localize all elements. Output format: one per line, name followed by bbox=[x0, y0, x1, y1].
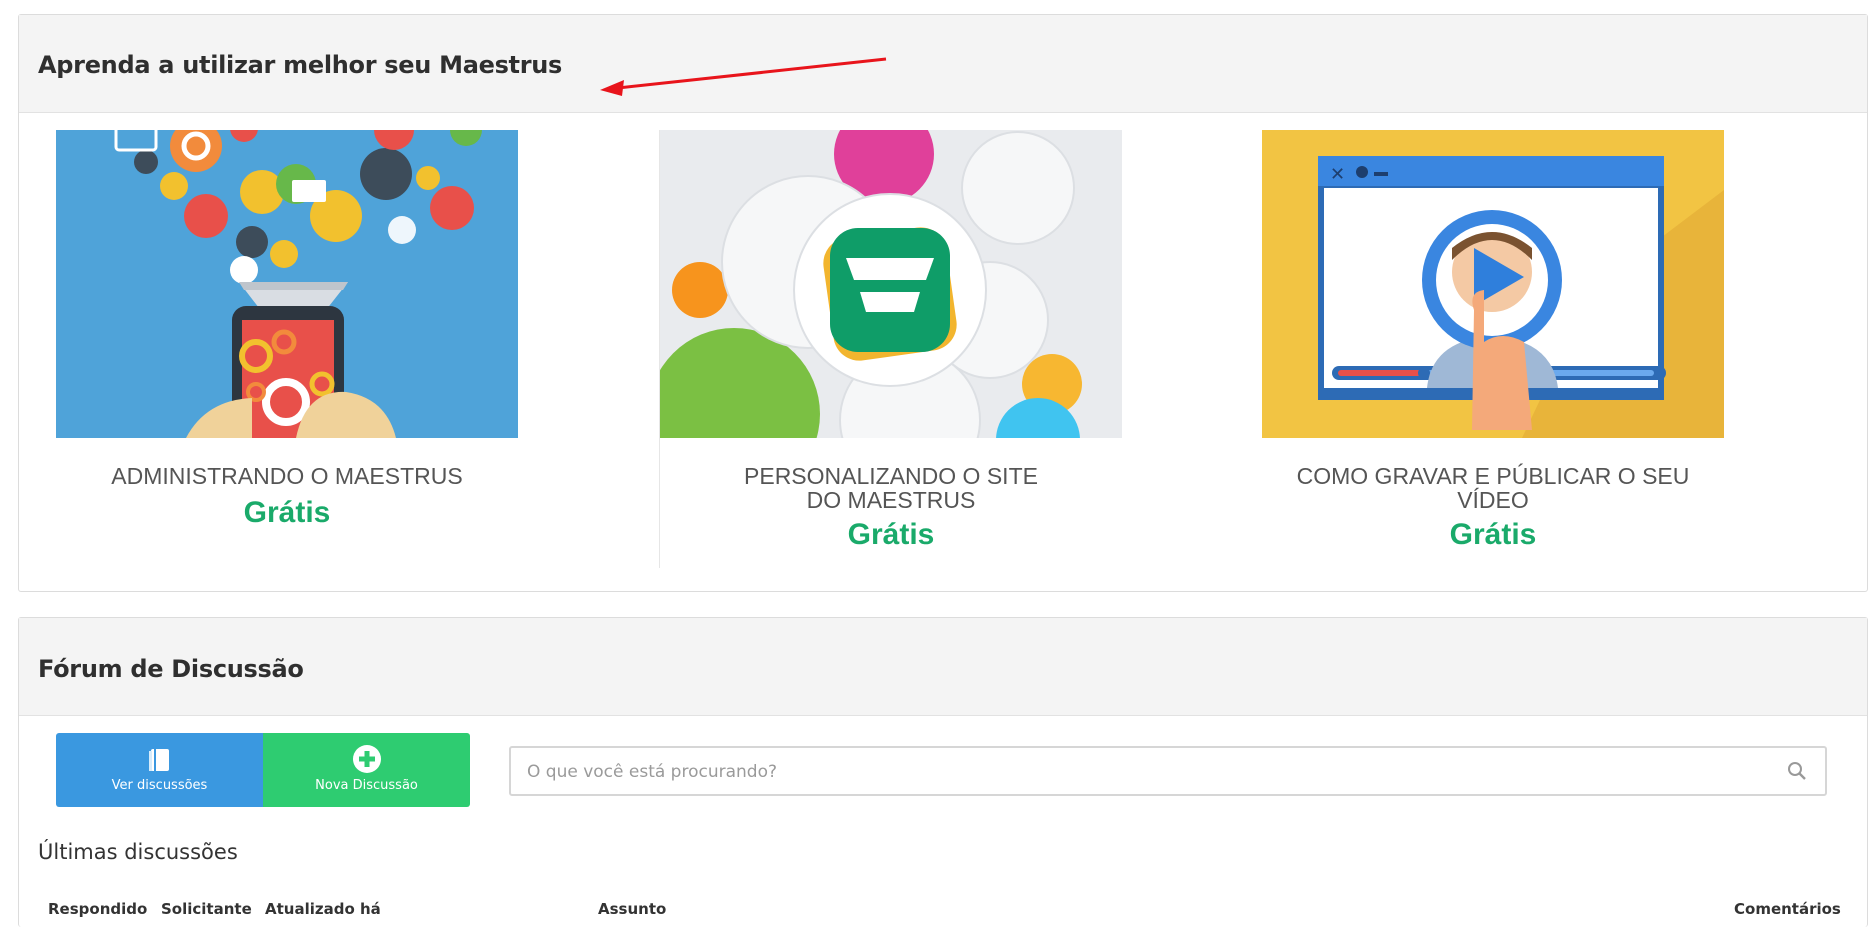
view-discussions-label: Ver discussões bbox=[111, 778, 208, 793]
latest-discussions-heading: Últimas discussões bbox=[38, 840, 238, 864]
column-header-comentarios[interactable]: Comentários bbox=[1734, 900, 1841, 918]
course-price: Grátis bbox=[847, 518, 935, 551]
learn-panel-title: Aprenda a utilizar melhor seu Maestrus bbox=[38, 51, 563, 79]
book-icon bbox=[149, 749, 169, 771]
column-header-respondido[interactable]: Respondido bbox=[48, 900, 147, 918]
course-name[interactable]: PERSONALIZANDO O SITE DO MAESTRUS bbox=[724, 464, 1058, 512]
course-card-3[interactable]: ✕ COMO GRAVAR E PÚBLICAR O SEU VÍDEO Grá… bbox=[1262, 130, 1724, 570]
view-discussions-button[interactable]: Ver discussões bbox=[56, 733, 263, 807]
svg-text:✕: ✕ bbox=[1330, 164, 1345, 185]
forum-search-box[interactable] bbox=[509, 746, 1827, 796]
forum-search-input[interactable] bbox=[525, 748, 1779, 796]
course-name[interactable]: ADMINISTRANDO O MAESTRUS bbox=[56, 464, 518, 488]
course-thumbnail-gravar-video[interactable]: ✕ bbox=[1262, 130, 1724, 438]
learn-panel-header: Aprenda a utilizar melhor seu Maestrus bbox=[19, 15, 1867, 113]
column-header-solicitante[interactable]: Solicitante bbox=[161, 900, 252, 918]
course-thumbnail-administrando[interactable] bbox=[56, 130, 518, 438]
course-thumbnail-personalizando[interactable] bbox=[660, 130, 1122, 438]
forum-panel-title: Fórum de Discussão bbox=[38, 655, 304, 683]
column-header-atualizado[interactable]: Atualizado há bbox=[265, 900, 381, 918]
course-price: Grátis bbox=[243, 496, 331, 529]
plus-circle-icon bbox=[353, 745, 381, 773]
forum-panel-header: Fórum de Discussão bbox=[19, 618, 1867, 716]
new-discussion-button[interactable]: Nova Discussão bbox=[263, 733, 470, 807]
new-discussion-label: Nova Discussão bbox=[315, 778, 418, 793]
search-icon[interactable] bbox=[1787, 761, 1807, 781]
course-price: Grátis bbox=[1449, 518, 1537, 551]
course-card-2[interactable]: PERSONALIZANDO O SITE DO MAESTRUS Grátis bbox=[660, 130, 1122, 570]
column-header-assunto[interactable]: Assunto bbox=[598, 900, 666, 918]
course-name[interactable]: COMO GRAVAR E PÚBLICAR O SEU VÍDEO bbox=[1296, 464, 1690, 512]
course-card-1[interactable]: ADMINISTRANDO O MAESTRUS Grátis bbox=[56, 130, 518, 550]
